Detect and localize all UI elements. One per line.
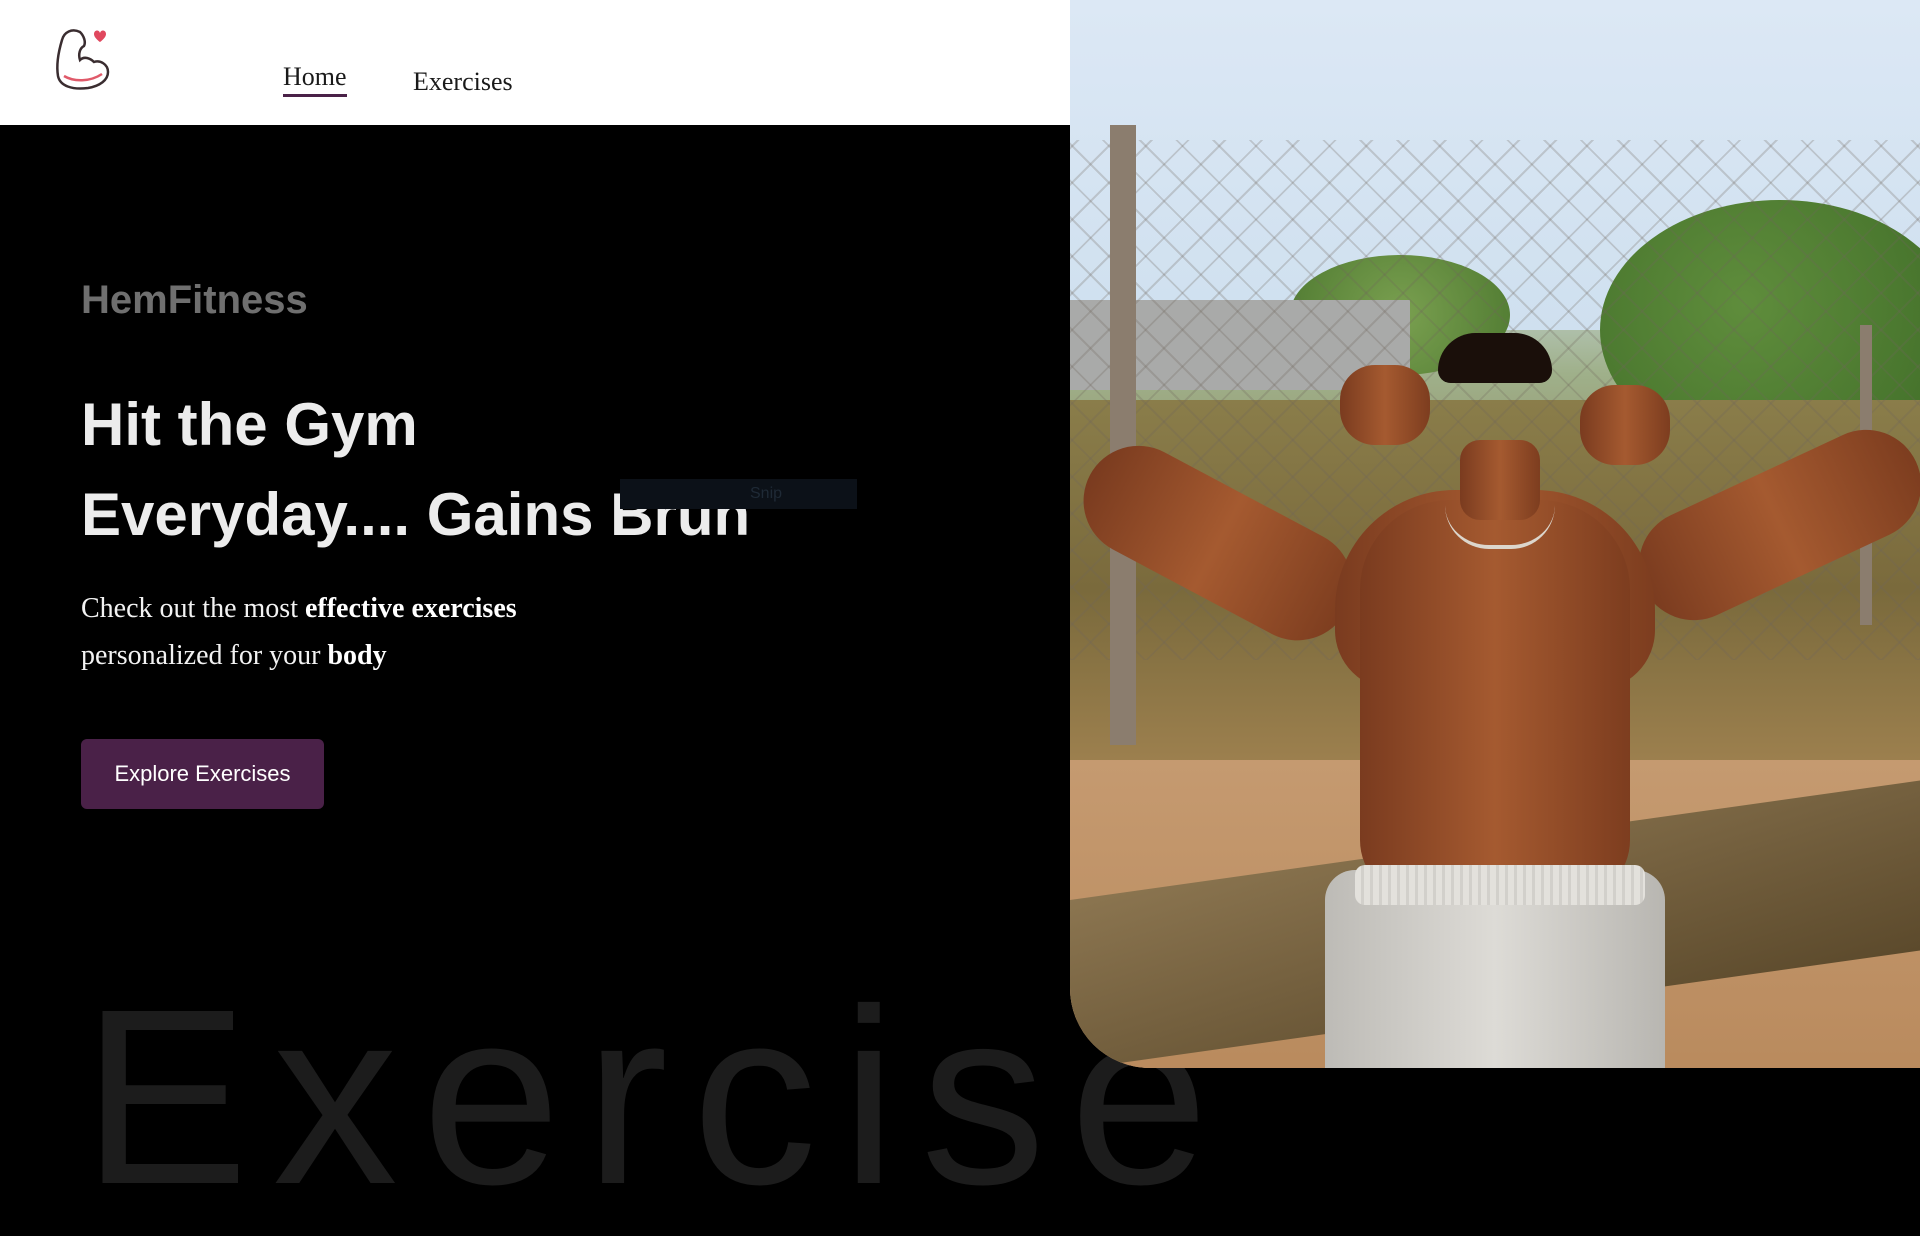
man-torso: [1360, 500, 1630, 900]
man-hair: [1438, 333, 1552, 383]
hero-subtext: Check out the most effective exercises p…: [81, 585, 641, 679]
subtext-bold-1: effective exercises: [304, 593, 517, 624]
subtext-part-2: personalized for your: [81, 640, 328, 671]
subtext-bold-2: body: [327, 640, 387, 671]
headline-line-1: Hit the Gym: [81, 391, 418, 458]
nav-link-home[interactable]: Home: [283, 62, 347, 97]
background-word: Exercise: [82, 957, 1233, 1236]
brand-title: HemFitness: [81, 278, 308, 322]
photo-post: [1110, 125, 1136, 745]
man-waistband: [1355, 865, 1645, 905]
nav-link-exercises[interactable]: Exercises: [413, 67, 513, 97]
man-fist-right: [1580, 385, 1670, 465]
top-navbar: Home Exercises: [0, 0, 1070, 125]
man-fist-left: [1340, 365, 1430, 445]
flexed-arm-heart-icon[interactable]: [50, 24, 112, 94]
hero-headline: Hit the Gym Everyday.... Gains Bruh: [81, 380, 881, 560]
hero-banner-image: [1070, 0, 1920, 1068]
subtext-part-1: Check out the most: [81, 593, 305, 624]
explore-exercises-button[interactable]: Explore Exercises: [81, 739, 324, 809]
snip-overlay: Snip: [620, 479, 857, 509]
